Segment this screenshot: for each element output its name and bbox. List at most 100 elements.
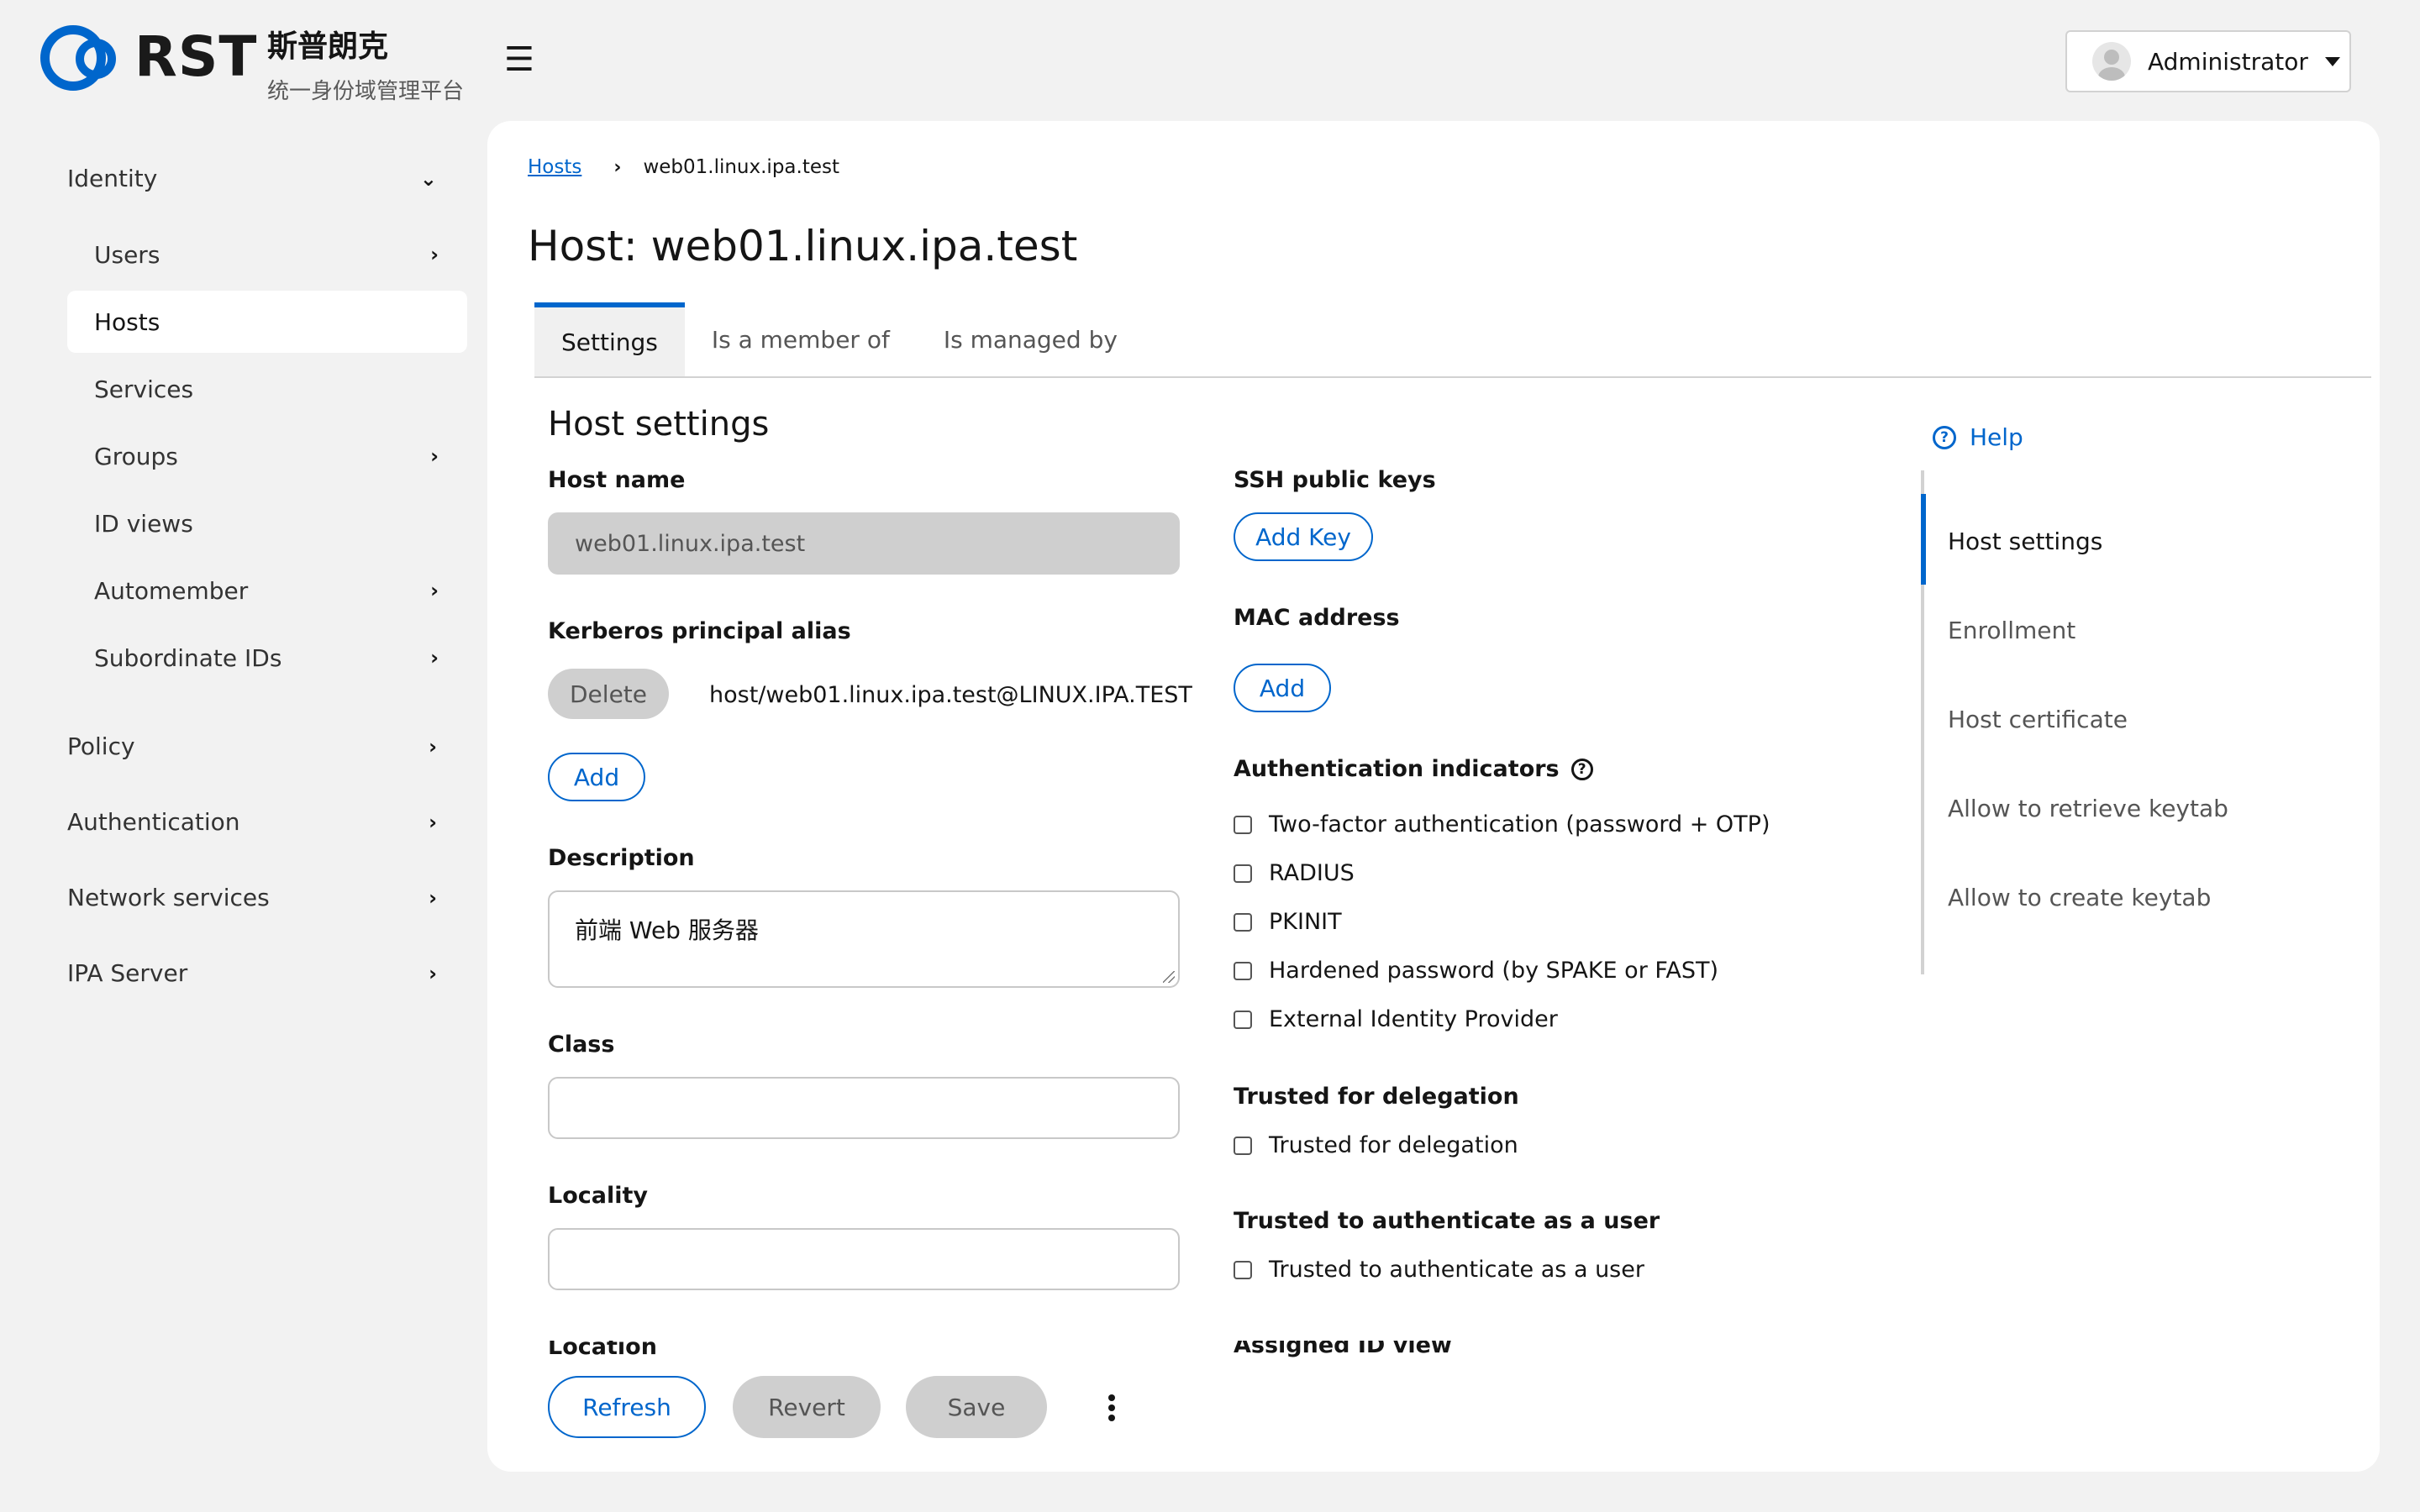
sidebar-group-label: Identity [67,165,158,192]
jump-active-indicator [1921,494,1926,585]
breadcrumb-hosts-link[interactable]: Hosts [528,156,581,178]
sidebar-group-network-services[interactable]: Network services › [67,884,437,911]
sidebar-item-hosts[interactable]: Hosts [67,291,467,353]
jump-link-create-keytab[interactable]: Allow to create keytab [1948,884,2211,911]
description-value: 前端 Web 服务器 [575,916,759,944]
sidebar-item-label: Users [94,240,160,269]
delete-principal-button[interactable]: Delete [548,669,669,719]
principal-value: host/web01.linux.ipa.test@LINUX.IPA.TEST [709,682,1192,708]
checkbox-external-idp[interactable]: External Identity Provider [1234,1006,1558,1032]
checkbox-label: Trusted for delegation [1269,1132,1518,1158]
user-dropdown[interactable]: Administrator [2065,30,2351,92]
chevron-down-icon: ⌄ [419,166,437,191]
checkbox-trusted-delegation[interactable]: Trusted for delegation [1234,1132,1518,1158]
sidebar-group-label: IPA Server [67,959,188,987]
question-circle-icon: ? [1933,425,1956,449]
host-name-label: Host name [548,467,686,493]
checkbox-hardened-password[interactable]: Hardened password (by SPAKE or FAST) [1234,958,1718,984]
sidebar-item-id-views[interactable]: ID views [67,492,467,554]
caret-down-icon [2324,56,2340,66]
tab-bar: Settings Is a member of Is managed by [534,302,2371,378]
sidebar-item-groups[interactable]: Groups › [67,425,467,487]
sidebar-item-users[interactable]: Users › [67,223,467,286]
checkbox-label: Two-factor authentication (password + OT… [1269,811,1770,837]
checkbox-otp[interactable]: Two-factor authentication (password + OT… [1234,811,1770,837]
checkbox-box[interactable] [1234,1136,1252,1155]
class-label: Class [548,1032,615,1058]
chevron-right-icon: › [429,961,437,985]
sidebar-item-label: Groups [94,442,178,470]
chevron-right-icon: › [429,810,437,834]
checkbox-label: Hardened password (by SPAKE or FAST) [1269,958,1719,984]
chevron-right-icon: › [429,885,437,910]
mac-address-label: MAC address [1234,605,1400,631]
sidebar-group-label: Network services [67,884,270,911]
page-title: Host: web01.linux.ipa.test [528,222,1078,270]
host-name-field: web01.linux.ipa.test [548,512,1180,575]
section-title: Host settings [548,405,770,444]
sidebar-group-ipa-server[interactable]: IPA Server › [67,959,437,987]
jump-link-enrollment[interactable]: Enrollment [1948,617,2075,644]
help-label: Help [1970,423,2023,451]
sidebar-group-authentication[interactable]: Authentication › [67,808,437,836]
checkbox-box[interactable] [1234,864,1252,883]
checkbox-box[interactable] [1234,912,1252,932]
checkbox-box[interactable] [1234,815,1252,834]
checkbox-label: External Identity Provider [1269,1006,1558,1032]
locality-input[interactable] [548,1228,1180,1290]
sidebar-item-label: Subordinate IDs [94,643,282,672]
checkbox-label: PKINIT [1269,909,1342,935]
jump-link-retrieve-keytab[interactable]: Allow to retrieve keytab [1948,795,2228,822]
logo-rings-icon [37,20,129,92]
revert-button[interactable]: Revert [733,1376,881,1438]
chevron-right-icon: › [613,156,622,178]
tab-settings[interactable]: Settings [534,302,685,376]
add-ssh-key-button[interactable]: Add Key [1234,512,1373,561]
checkbox-trusted-auth[interactable]: Trusted to authenticate as a user [1234,1257,1644,1283]
scroll-clip [487,1320,1865,1341]
checkbox-label: Trusted to authenticate as a user [1269,1257,1644,1283]
sidebar-item-label: Hosts [94,307,160,336]
chevron-right-icon: › [430,444,439,468]
add-principal-button[interactable]: Add [548,753,645,801]
save-button[interactable]: Save [906,1376,1047,1438]
add-mac-address-button[interactable]: Add [1234,664,1331,712]
checkbox-box[interactable] [1234,1260,1252,1279]
jump-link-host-settings[interactable]: Host settings [1948,528,2102,555]
ssh-keys-label: SSH public keys [1234,467,1436,493]
kerberos-alias-label: Kerberos principal alias [548,618,851,644]
tab-is-a-member-of[interactable]: Is a member of [685,302,917,376]
kebab-menu-icon[interactable] [1099,1389,1124,1426]
main-card: Hosts › web01.linux.ipa.test Host: web01… [487,121,2380,1472]
checkbox-label: RADIUS [1269,860,1355,886]
sidebar-item-label: Automember [94,576,249,605]
checkbox-box[interactable] [1234,1010,1252,1029]
class-input[interactable] [548,1077,1180,1139]
question-circle-icon[interactable]: ? [1570,758,1593,780]
sidebar-group-identity[interactable]: Identity ⌄ [67,165,437,192]
brand-logo[interactable]: RST [37,20,257,92]
refresh-button[interactable]: Refresh [548,1376,706,1438]
brand-subtitle: 统一身份域管理平台 [267,79,465,104]
sidebar-group-policy[interactable]: Policy › [67,732,437,760]
auth-indicators-heading: Authentication indicators ? [1234,756,1593,782]
checkbox-pkinit[interactable]: PKINIT [1234,909,1342,935]
checkbox-box[interactable] [1234,961,1252,980]
sidebar-item-subordinate-ids[interactable]: Subordinate IDs › [67,627,467,689]
user-name: Administrator [2148,47,2308,76]
checkbox-radius[interactable]: RADIUS [1234,860,1355,886]
jump-link-host-certificate[interactable]: Host certificate [1948,706,2128,733]
avatar [2092,42,2131,81]
description-textarea[interactable]: 前端 Web 服务器 [548,890,1180,988]
chevron-right-icon: › [430,579,439,602]
hamburger-menu-icon[interactable]: ☰ [504,40,534,79]
tab-is-managed-by[interactable]: Is managed by [917,302,1144,376]
chevron-right-icon: › [430,646,439,669]
resize-grip-icon[interactable] [1163,971,1175,983]
locality-label: Locality [548,1183,648,1209]
sidebar-item-automember[interactable]: Automember › [67,559,467,622]
sidebar-item-services[interactable]: Services [67,358,467,420]
help-link[interactable]: ? Help [1933,423,2023,451]
sidebar-group-label: Policy [67,732,135,760]
chevron-right-icon: › [430,243,439,266]
